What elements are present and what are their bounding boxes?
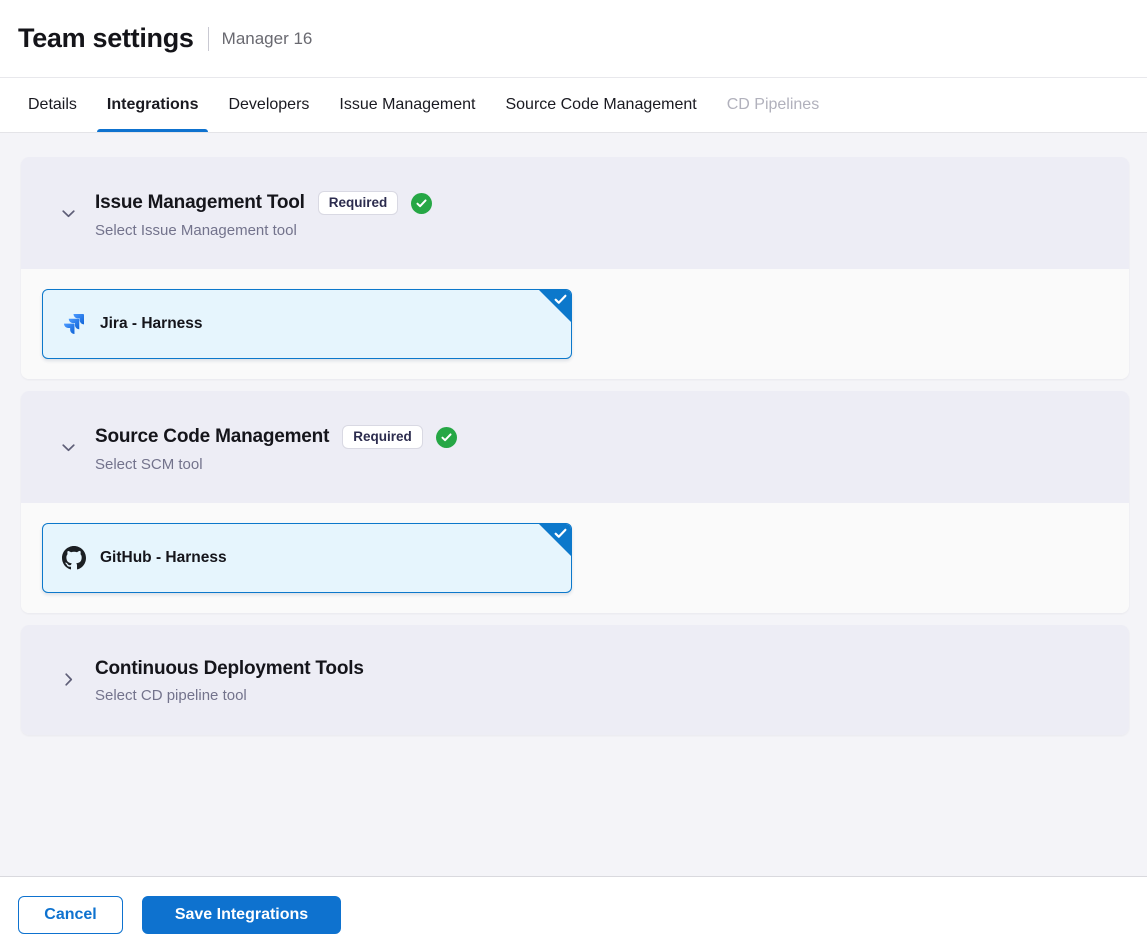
tool-label: GitHub - Harness: [100, 549, 227, 567]
section-title: Source Code Management: [95, 426, 329, 448]
success-check-icon: [411, 193, 432, 214]
section-issue-management-header: Issue Management Tool Required Select Is…: [21, 157, 1129, 269]
section-title: Continuous Deployment Tools: [95, 658, 364, 680]
selected-check-icon: [554, 527, 567, 540]
tool-label: Jira - Harness: [100, 315, 203, 333]
chevron-down-icon: [60, 439, 77, 461]
title-divider: [208, 27, 209, 51]
section-scm-header: Source Code Management Required Select S…: [21, 391, 1129, 503]
page-header: Team settings Manager 16: [0, 0, 1147, 78]
section-subtitle: Select CD pipeline tool: [95, 687, 1105, 704]
section-source-code-management: Source Code Management Required Select S…: [21, 391, 1129, 613]
github-icon: [62, 546, 86, 570]
page-title: Team settings: [18, 23, 194, 54]
expand-toggle[interactable]: [42, 658, 95, 704]
collapse-toggle[interactable]: [42, 191, 95, 239]
chevron-down-icon: [60, 205, 77, 227]
section-cd-header: Continuous Deployment Tools Select CD pi…: [21, 625, 1129, 735]
tool-card-github-harness[interactable]: GitHub - Harness: [42, 523, 572, 593]
required-badge: Required: [318, 191, 399, 215]
section-issue-management-tool: Issue Management Tool Required Select Is…: [21, 157, 1129, 379]
tab-cd-pipelines: CD Pipelines: [717, 78, 829, 132]
tab-bar: Details Integrations Developers Issue Ma…: [0, 78, 1147, 133]
action-footer: Cancel Save Integrations: [0, 876, 1147, 952]
page-subtitle: Manager 16: [222, 29, 313, 49]
tab-source-code-management[interactable]: Source Code Management: [495, 78, 706, 132]
tool-card-jira-harness[interactable]: Jira - Harness: [42, 289, 572, 359]
required-badge: Required: [342, 425, 423, 449]
section-subtitle: Select SCM tool: [95, 456, 1105, 473]
save-integrations-button[interactable]: Save Integrations: [142, 896, 341, 934]
cancel-button[interactable]: Cancel: [18, 896, 123, 934]
section-scm-body: GitHub - Harness: [21, 503, 1129, 613]
selected-check-icon: [554, 293, 567, 306]
collapse-toggle[interactable]: [42, 425, 95, 473]
success-check-icon: [436, 427, 457, 448]
integrations-panel: Issue Management Tool Required Select Is…: [0, 133, 1147, 876]
chevron-right-icon: [60, 671, 77, 693]
tab-details[interactable]: Details: [18, 78, 87, 132]
jira-icon: [62, 312, 86, 336]
section-subtitle: Select Issue Management tool: [95, 222, 1105, 239]
tab-developers[interactable]: Developers: [218, 78, 319, 132]
tab-issue-management[interactable]: Issue Management: [329, 78, 485, 132]
section-title: Issue Management Tool: [95, 192, 305, 214]
section-continuous-deployment: Continuous Deployment Tools Select CD pi…: [21, 625, 1129, 735]
section-issue-management-body: Jira - Harness: [21, 269, 1129, 379]
tab-integrations[interactable]: Integrations: [97, 78, 209, 132]
